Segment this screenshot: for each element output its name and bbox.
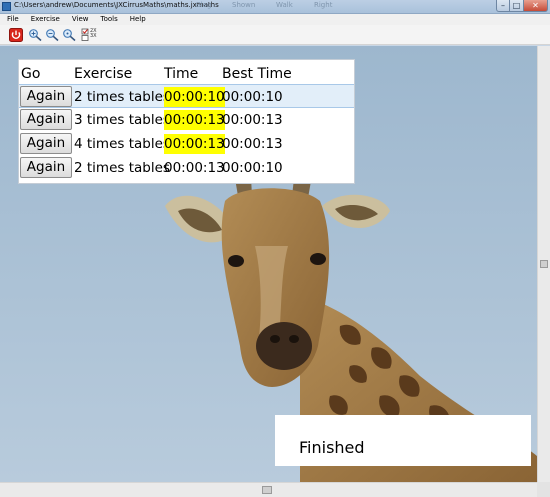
finished-label: Finished <box>299 438 365 457</box>
minimize-button[interactable]: – <box>496 0 510 12</box>
toolbar: 2X 3X <box>0 25 550 45</box>
menu-exercise[interactable]: Exercise <box>24 14 65 25</box>
table-row[interactable]: Again 2 times tables 00:00:13 00:00:10 <box>19 156 354 180</box>
zoom-reset-icon[interactable] <box>62 28 78 42</box>
zoom-in-icon[interactable] <box>28 28 44 42</box>
table-row[interactable]: Again 2 times tables 00:00:10 00:00:10 <box>19 84 354 108</box>
time-cell: 00:00:13 <box>164 160 225 176</box>
background-tab-4: Right <box>314 1 333 9</box>
checkbox-labels: 2X 3X <box>90 29 97 39</box>
content-area: Go Exercise Time Best Time Again 2 times… <box>0 46 537 482</box>
title-bar: C:\Users\andrew\Documents\JXCirrusMaths\… <box>0 0 550 14</box>
menu-bar: File Exercise View Tools Help <box>0 14 550 25</box>
horizontal-scroll-thumb[interactable] <box>262 486 272 494</box>
header-go: Go <box>21 66 41 82</box>
menu-file[interactable]: File <box>0 14 24 25</box>
header-exercise: Exercise <box>74 66 133 82</box>
window-title: C:\Users\andrew\Documents\JXCirrusMaths\… <box>14 1 219 9</box>
again-button[interactable]: Again <box>20 86 72 107</box>
best-time-cell: 00:00:13 <box>222 112 283 128</box>
again-button[interactable]: Again <box>20 157 72 178</box>
horizontal-scrollbar[interactable] <box>0 482 537 497</box>
menu-help[interactable]: Help <box>123 14 151 25</box>
scrollbar-corner <box>537 482 550 497</box>
background-tab-1: Blog <box>196 1 212 9</box>
background-tab-3: Walk <box>276 1 293 9</box>
app-icon <box>2 2 11 11</box>
best-time-cell: 00:00:10 <box>222 89 283 105</box>
best-time-cell: 00:00:10 <box>222 160 283 176</box>
header-time: Time <box>164 66 199 82</box>
power-icon[interactable] <box>9 28 23 42</box>
menu-view[interactable]: View <box>65 14 94 25</box>
background-tab-2: Shown <box>232 1 256 9</box>
zoom-out-icon[interactable] <box>45 28 61 42</box>
again-button[interactable]: Again <box>20 133 72 154</box>
exercise-cell: 4 times tables <box>74 136 170 152</box>
time-cell: 00:00:10 <box>164 87 225 107</box>
checkbox-label-3x: 3X <box>90 33 97 39</box>
exercise-cell: 2 times tables <box>74 89 170 105</box>
again-button[interactable]: Again <box>20 109 72 130</box>
exercise-cell: 3 times tables <box>74 112 170 128</box>
time-cell: 00:00:13 <box>164 134 225 154</box>
vertical-scroll-thumb[interactable] <box>540 260 548 268</box>
results-table: Go Exercise Time Best Time Again 2 times… <box>18 59 355 184</box>
header-best-time: Best Time <box>222 66 292 82</box>
table-row[interactable]: Again 4 times tables 00:00:13 00:00:13 <box>19 132 354 156</box>
time-cell: 00:00:13 <box>164 110 225 130</box>
close-button[interactable]: ✕ <box>524 0 548 12</box>
table-row[interactable]: Again 3 times tables 00:00:13 00:00:13 <box>19 108 354 132</box>
menu-tools[interactable]: Tools <box>93 14 122 25</box>
vertical-scrollbar[interactable] <box>537 46 550 482</box>
finished-panel: Finished <box>275 415 531 466</box>
exercise-cell: 2 times tables <box>74 160 170 176</box>
best-time-cell: 00:00:13 <box>222 136 283 152</box>
maximize-button[interactable]: □ <box>510 0 524 12</box>
